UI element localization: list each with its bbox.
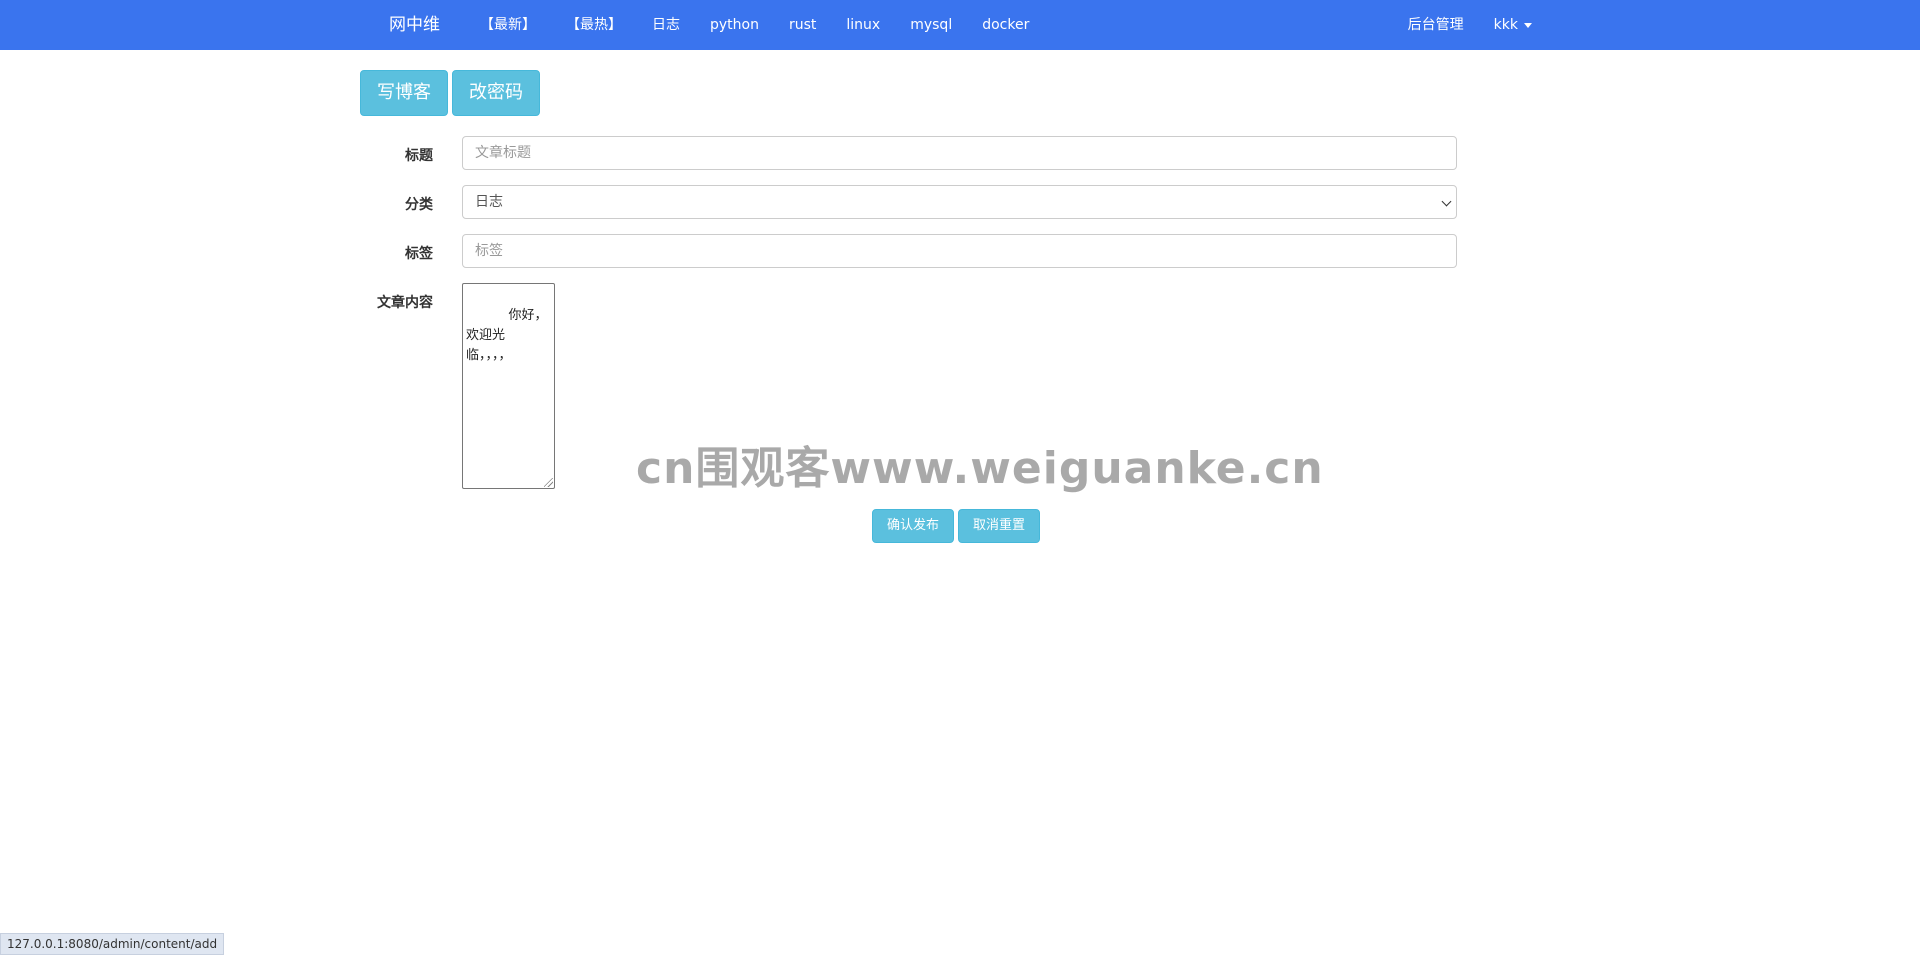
category-label: 分类 [405,197,433,213]
reset-button[interactable]: 取消重置 [958,509,1040,543]
top-navbar: 网中维 【最新】 【最热】 日志 python rust linux mysql… [0,0,1920,50]
nav-link-hottest[interactable]: 【最热】 [551,0,637,50]
nav-link-mysql[interactable]: mysql [895,0,967,50]
chevron-down-icon [1441,196,1452,207]
nav-link-latest[interactable]: 【最新】 [465,0,551,50]
tags-label: 标签 [405,246,433,262]
title-placeholder: 文章标题 [475,145,531,161]
watermark-text: cn围观客www.weiguanke.cn [636,443,1324,494]
tags-placeholder: 标签 [475,243,503,259]
nav-right: 后台管理 kkk [1393,0,1547,50]
write-blog-button[interactable]: 写博客 [360,70,448,116]
content-label: 文章内容 [377,295,433,311]
nav-link-rust[interactable]: rust [774,0,831,50]
user-menu-toggle[interactable]: kkk [1479,0,1547,50]
nav-link-docker[interactable]: docker [967,0,1044,50]
caret-down-icon [1524,22,1532,28]
category-selected-value: 日志 [475,194,503,210]
nav-link-python[interactable]: python [695,0,774,50]
resize-grip-icon[interactable] [544,478,553,487]
navbar-container: 网中维 【最新】 【最热】 日志 python rust linux mysql… [373,0,1547,50]
content-textarea[interactable]: 你好， 欢迎光 临，，，， [462,283,555,489]
content-text: 你好， 欢迎光 临，，，， [466,308,548,363]
publish-button[interactable]: 确认发布 [872,509,954,543]
title-label: 标题 [405,148,433,164]
site-brand[interactable]: 网中维 [389,0,440,50]
change-password-button[interactable]: 改密码 [452,70,540,116]
nav-link-log[interactable]: 日志 [637,0,695,50]
user-name: kkk [1493,17,1518,33]
admin-link[interactable]: 后台管理 [1393,0,1479,50]
nav-link-linux[interactable]: linux [831,0,895,50]
tags-input[interactable]: 标签 [462,234,1457,268]
nav-links: 【最新】 【最热】 日志 python rust linux mysql doc… [465,0,1044,50]
title-input[interactable]: 文章标题 [462,136,1457,170]
browser-status-url: 127.0.0.1:8080/admin/content/add [0,933,225,955]
category-select[interactable]: 日志 [462,185,1457,219]
